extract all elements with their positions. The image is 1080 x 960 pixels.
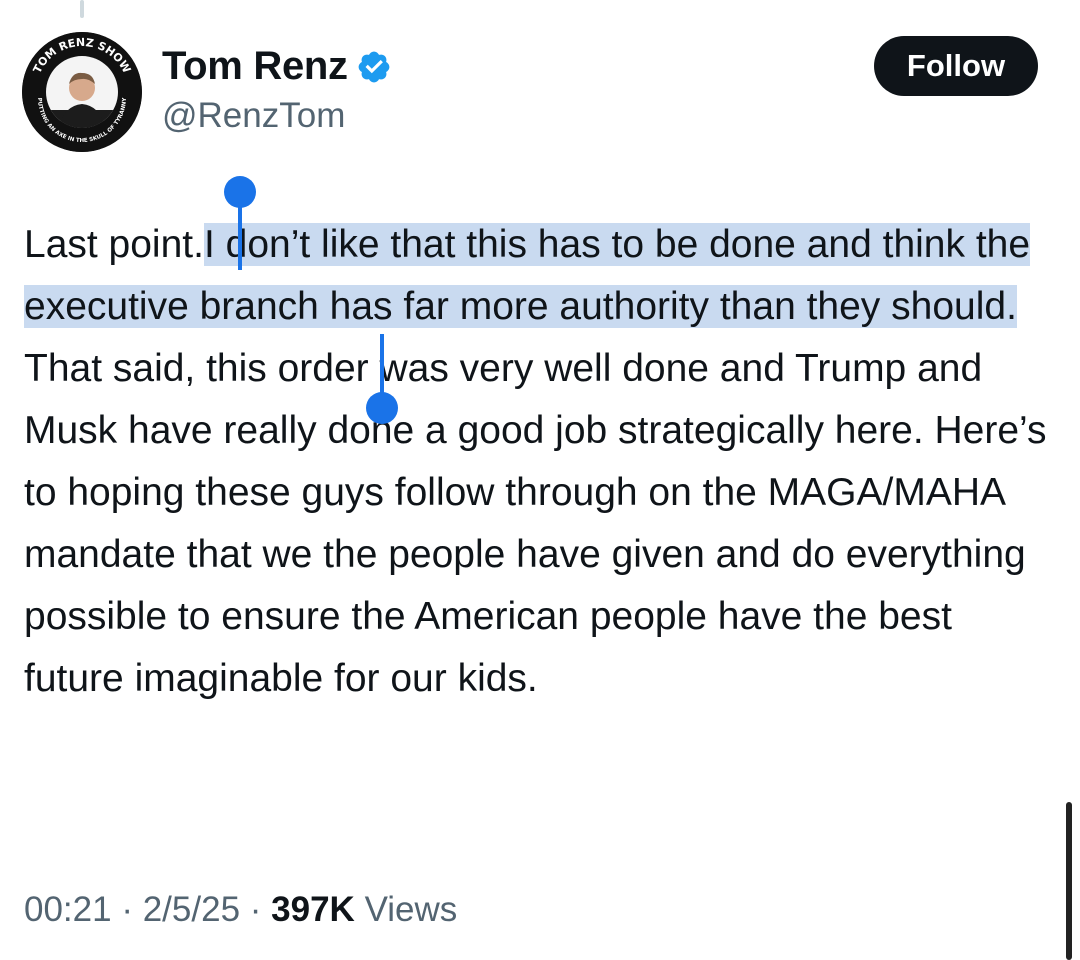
tweet-time[interactable]: 00:21	[24, 890, 112, 929]
scrollbar[interactable]	[1066, 802, 1072, 960]
views-count[interactable]: 397K	[271, 890, 355, 929]
follow-button[interactable]: Follow	[874, 36, 1038, 96]
tweet-meta: 00:21 · 2/5/25 · 397K Views	[24, 890, 457, 930]
avatar[interactable]: TOM RENZ SHOW PUTTING AN AXE IN THE SKUL…	[22, 32, 142, 152]
author-display-name[interactable]: Tom Renz	[162, 44, 392, 89]
thread-connector-line	[80, 0, 84, 18]
views-label: Views	[364, 890, 458, 929]
tweet-text-before-selection: Last point.	[24, 223, 204, 266]
author-handle[interactable]: @RenzTom	[162, 96, 345, 136]
tweet-date[interactable]: 2/5/25	[143, 890, 240, 929]
verified-badge-icon	[358, 51, 390, 82]
tweet-text-after-selection: That said, this order was very well done…	[24, 347, 1047, 700]
selection-end-handle[interactable]	[358, 334, 406, 434]
meta-separator: ·	[121, 890, 133, 929]
selection-start-handle[interactable]	[216, 174, 264, 274]
tweet-text[interactable]: Last point.I don’t like that this has to…	[24, 214, 1054, 710]
avatar-image: TOM RENZ SHOW PUTTING AN AXE IN THE SKUL…	[22, 32, 142, 152]
display-name-text: Tom Renz	[162, 44, 348, 88]
meta-separator: ·	[249, 890, 262, 929]
